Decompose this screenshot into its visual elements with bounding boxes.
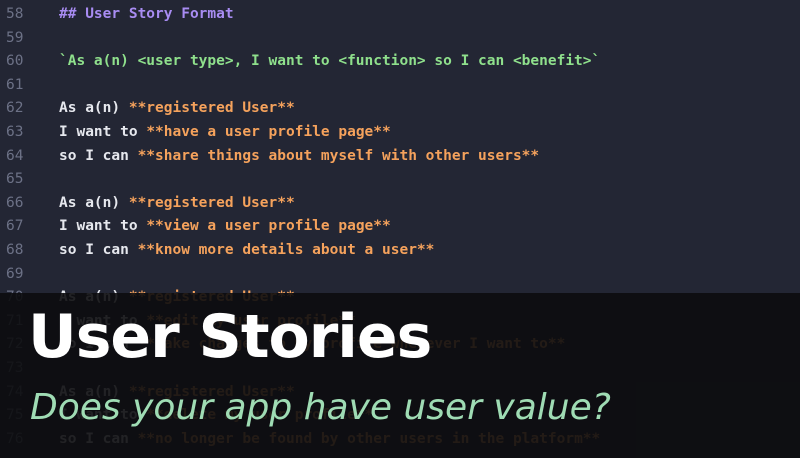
code-line: 58 ## User Story Format <box>0 3 800 27</box>
code-token: **registered User** <box>128 100 295 117</box>
code-token: As a(n) <box>59 194 129 211</box>
line-number: 69 <box>6 265 24 282</box>
code-line: 60 `As a(n) <user type>, I want to <funct… <box>0 50 800 74</box>
line-number: 58 <box>6 6 24 22</box>
line-number: 60 <box>6 53 24 70</box>
code-text: I want to **view a user profile page** <box>59 215 391 239</box>
code-token: ## User Story Format <box>59 6 234 22</box>
line-number: 68 <box>6 242 24 258</box>
line-number: 65 <box>6 171 24 188</box>
code-line: 67 I want to **view a user profile page** <box>0 215 800 239</box>
code-line: 61 <box>0 74 800 98</box>
code-text: `As a(n) <user type>, I want to <functio… <box>59 50 600 74</box>
code-token: **registered User** <box>128 194 295 211</box>
line-number: 62 <box>6 100 24 117</box>
code-token: As a(n) <box>59 100 129 117</box>
line-number: 59 <box>6 29 24 46</box>
banner-subtitle: Does your app have user value? <box>30 387 611 428</box>
code-line: 65 <box>0 168 800 192</box>
code-token: I want to <box>59 218 147 235</box>
code-line: 63 I want to **have a user profile page** <box>0 121 800 145</box>
code-line: 69 <box>0 263 800 287</box>
code-token: so I can <box>59 242 138 258</box>
code-token: **have a user profile page** <box>146 124 391 140</box>
code-token: **view a user profile page** <box>146 218 391 235</box>
code-line: 64 so I can **share things about myself w… <box>0 145 800 169</box>
code-text: I want to **have a user profile page** <box>59 121 391 145</box>
code-text: so I can **know more details about a use… <box>59 239 434 263</box>
line-number: 63 <box>6 124 24 140</box>
code-line: 59 <box>0 27 800 51</box>
line-number: 64 <box>6 147 24 164</box>
code-text: As a(n) **registered User** <box>59 97 295 121</box>
code-token: `As a(n) <user type>, I want to <functio… <box>59 53 601 70</box>
code-token: **share things about myself with other u… <box>137 147 540 164</box>
line-number: 61 <box>6 76 24 93</box>
code-text: As a(n) **registered User** <box>59 192 295 216</box>
line-number: 66 <box>6 194 24 211</box>
code-token: **know more details about a user** <box>137 242 435 258</box>
code-line: 62 As a(n) **registered User** <box>0 97 800 121</box>
line-number: 67 <box>6 218 24 235</box>
code-line: 66 As a(n) **registered User** <box>0 192 800 216</box>
code-text: ## User Story Format <box>59 3 234 27</box>
banner-title: User Stories <box>28 302 432 372</box>
code-token: I want to <box>59 124 147 140</box>
code-text: so I can **share things about myself wit… <box>59 145 539 169</box>
code-token: so I can <box>59 147 138 164</box>
code-line: 68 so I can **know more details about a u… <box>0 239 800 263</box>
